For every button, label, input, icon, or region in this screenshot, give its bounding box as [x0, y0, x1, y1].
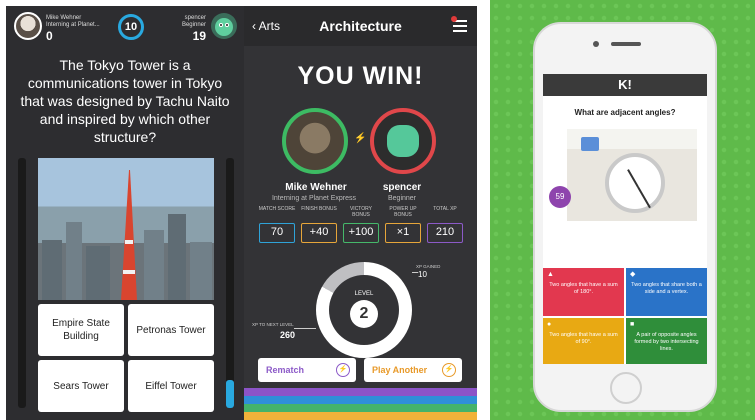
notification-dot [451, 16, 457, 22]
player-subtitle: Interning at Planet... [46, 22, 100, 28]
xp-gained-label: XP GAINED [416, 264, 441, 269]
lightning-icon: ⚡ [336, 363, 350, 377]
question-image [567, 129, 697, 221]
stat-value: +40 [301, 223, 337, 243]
countdown-timer: 10 [118, 14, 144, 40]
clock-icon [605, 153, 665, 213]
nav-bar: ‹ Arts Architecture [244, 6, 477, 46]
answer-text: Two angles that have a sum of 90°. [549, 332, 618, 345]
answer-option[interactable]: Empire State Building [38, 304, 124, 356]
level-label: LEVEL [354, 291, 374, 297]
building [86, 246, 110, 300]
player-score: 0 [46, 29, 53, 43]
kahoot-answer[interactable]: ■ A pair of opposite angles formed by tw… [626, 318, 707, 364]
question-text: The Tokyo Tower is a communications towe… [20, 57, 230, 145]
monster-icon [387, 125, 419, 157]
monster-icon [215, 18, 233, 36]
level-number: 2 [350, 300, 378, 328]
rematch-label: Rematch [266, 365, 305, 375]
stat-value: 70 [259, 223, 295, 243]
triangle-icon: ▲ [547, 271, 554, 278]
kahoot-answer[interactable]: ▲ Two angles that have a sum of 180°. [543, 268, 624, 316]
xp-gained-value: 10 [418, 270, 427, 279]
stat-value: +100 [343, 223, 379, 243]
building [66, 222, 82, 300]
app-collage: Mike Wehner Interning at Planet... 0 10 … [0, 0, 755, 420]
countdown-timer: 59 [549, 186, 571, 208]
stat-label: TOTAL XP [433, 206, 457, 212]
rematch-button[interactable]: Rematch ⚡ [258, 358, 356, 382]
camera-icon [593, 41, 599, 47]
opponent-name: spencer [382, 182, 422, 193]
speaker-grille [611, 42, 641, 46]
home-button[interactable] [610, 372, 642, 404]
stat-value: ×1 [385, 223, 421, 243]
clock-hour-hand [627, 169, 639, 188]
play-another-button[interactable]: Play Another ⚡ [364, 358, 462, 382]
player-name: Mike Wehner [285, 182, 347, 193]
kahoot-phone-panel: K! What are adjacent angles? 59 ▲ Two an… [490, 0, 755, 420]
stat-label: POWER UP BONUS [389, 206, 417, 218]
win-headline: YOU WIN! [297, 62, 424, 90]
score-header: Mike Wehner Interning at Planet... 0 10 … [6, 6, 244, 46]
badge-icon [581, 137, 599, 151]
kahoot-answer[interactable]: ◆ Two angles that share both a side and … [626, 268, 707, 316]
color-stripes [244, 388, 477, 420]
answer-text: Two angles that have a sum of 180°. [549, 282, 618, 295]
building [144, 230, 164, 300]
phone-screen: K! What are adjacent angles? 59 ▲ Two an… [543, 74, 707, 364]
answer-option[interactable]: Eiffel Tower [128, 360, 214, 412]
opponent-score: 19 [192, 29, 206, 43]
stat-label: VICTORY BONUS [349, 206, 373, 218]
opponent-subtitle: Beginner [387, 195, 417, 202]
category-title: Architecture [319, 18, 402, 34]
diamond-icon: ◆ [630, 271, 636, 278]
question-photo [38, 158, 214, 300]
kahoot-question: What are adjacent angles? [574, 108, 676, 117]
building [42, 240, 62, 300]
player-avatar [282, 108, 348, 174]
answer-option[interactable]: Sears Tower [38, 360, 124, 412]
right-progress-bar [226, 158, 234, 408]
player-subtitle: Interning at Planet Express [271, 195, 357, 202]
kahoot-answer[interactable]: ● Two angles that have a sum of 90°. [543, 318, 624, 364]
kahoot-logo: K! [543, 74, 707, 96]
left-progress-bar [18, 158, 26, 408]
answer-text: A pair of opposite angles formed by two … [634, 332, 699, 352]
opponent-info: spencer Beginner 19 [182, 15, 206, 43]
tokyo-tower-icon [120, 170, 138, 300]
level-progress-ring: LEVEL 2 [316, 262, 412, 358]
building [190, 242, 212, 300]
building [168, 214, 186, 300]
player-avatar[interactable] [14, 12, 42, 40]
clock-minute-hand [637, 186, 651, 209]
stat-label: FINISH BONUS [301, 206, 337, 212]
stat-label: MATCH SCORE [258, 206, 296, 212]
xp-next-value: 260 [280, 330, 296, 340]
opponent-subtitle: Beginner [181, 22, 206, 28]
question-screen: Mike Wehner Interning at Planet... 0 10 … [6, 6, 244, 420]
opponent-name: spencer [184, 15, 206, 21]
stat-value: 210 [427, 223, 463, 243]
circle-icon: ● [547, 321, 552, 328]
xp-next-leader [294, 328, 316, 329]
answer-text: Two angles that share both a side and a … [631, 282, 702, 295]
opponent-avatar [370, 108, 436, 174]
lightning-icon: ⚡ [442, 363, 456, 377]
play-another-label: Play Another [372, 365, 428, 375]
phone-frame: K! What are adjacent angles? 59 ▲ Two an… [533, 22, 717, 412]
versus-bolt-icon: ⚡ [354, 133, 367, 144]
square-icon: ■ [630, 321, 635, 328]
hamburger-menu-icon[interactable] [453, 20, 467, 32]
result-screen: ‹ Arts Architecture YOU WIN! ⚡ Mike Wehn… [244, 6, 477, 420]
xp-next-label: XP TO NEXT LEVEL [252, 322, 294, 327]
player-name: Mike Wehner [46, 15, 82, 21]
time-remaining-fill [226, 380, 234, 408]
opponent-avatar[interactable] [211, 13, 237, 39]
xp-gained-leader [412, 272, 418, 273]
answer-option[interactable]: Petronas Tower [128, 304, 214, 356]
player-info: Mike Wehner Interning at Planet... 0 [46, 15, 100, 43]
